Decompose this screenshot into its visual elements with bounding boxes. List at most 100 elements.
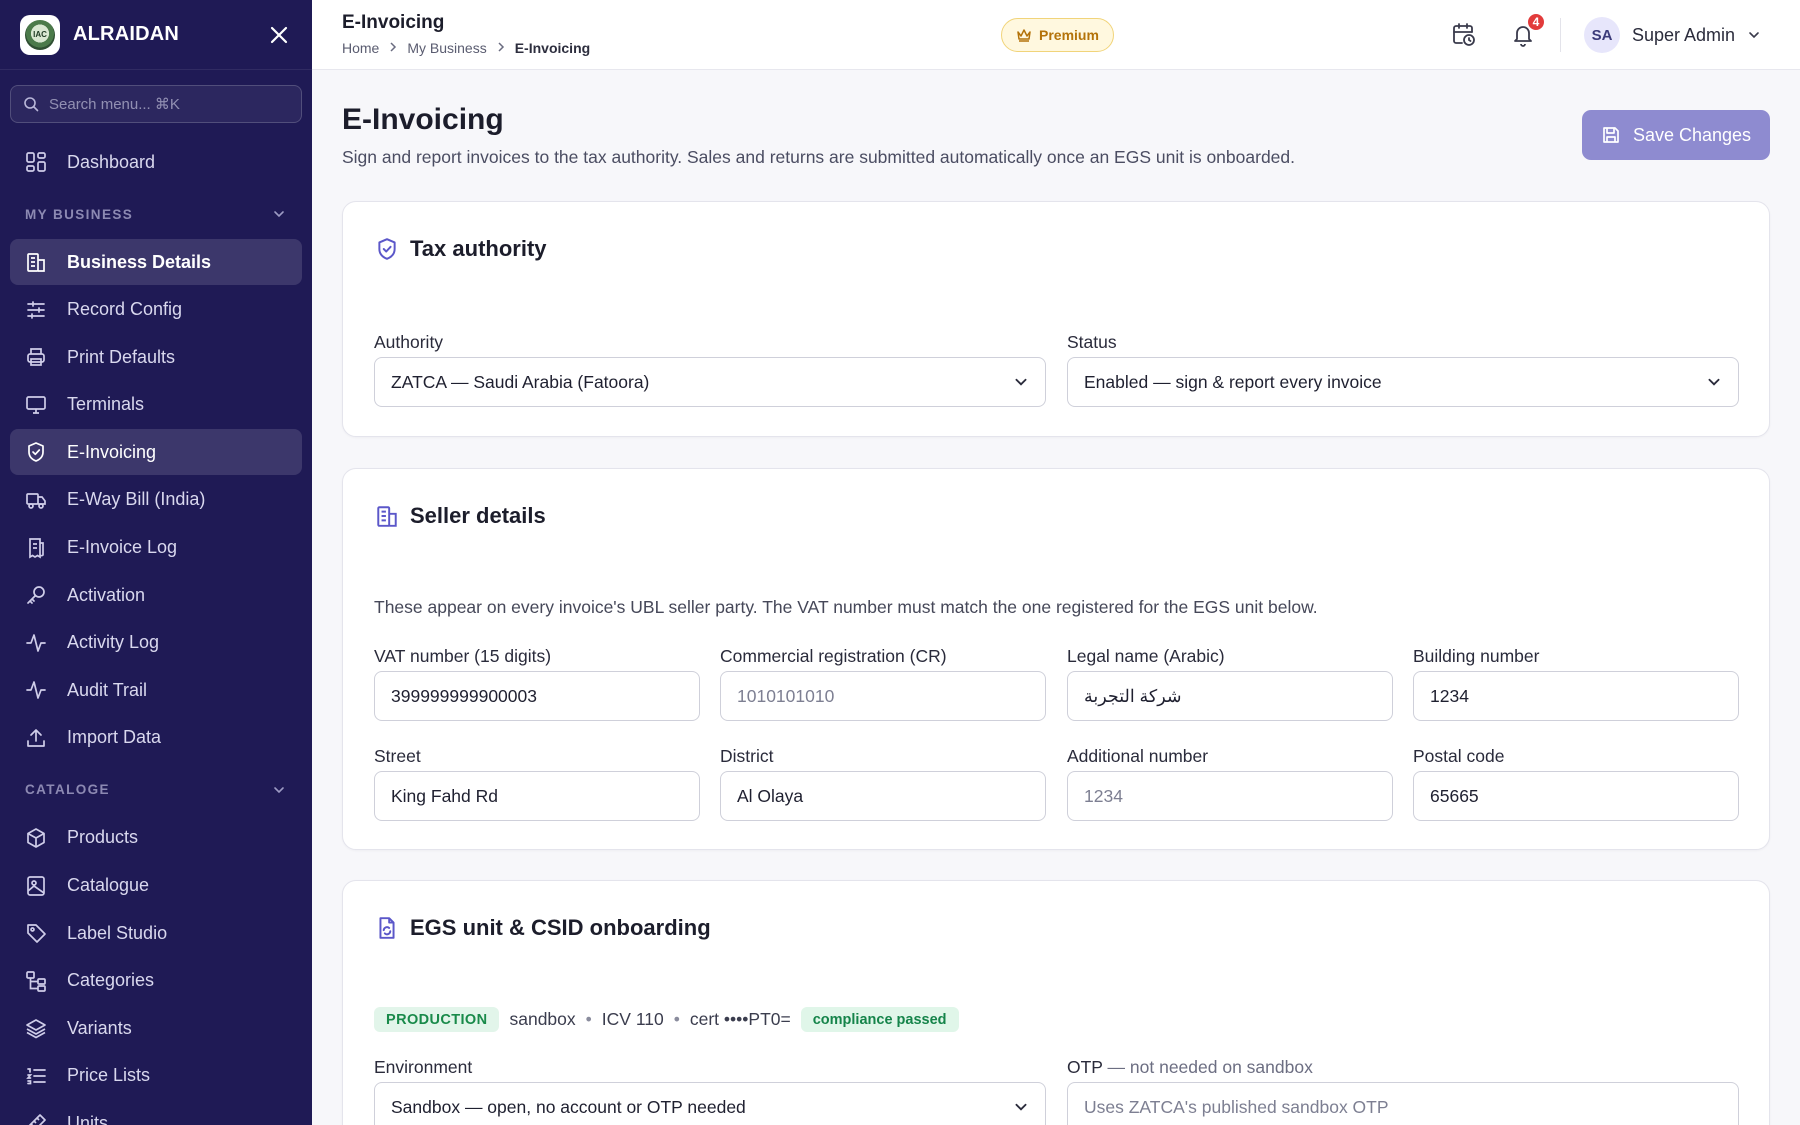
sidebar-item-label: Label Studio bbox=[67, 922, 168, 943]
status-select[interactable]: Enabled — sign & report every invoice bbox=[1067, 357, 1739, 407]
authority-label: Authority bbox=[374, 332, 444, 352]
sidebar-item-label: E-Invoice Log bbox=[67, 537, 178, 558]
notifications-button[interactable]: 4 bbox=[1508, 12, 1546, 50]
sidebar-item-label: Price Lists bbox=[67, 1065, 151, 1086]
sidebar-item-print-defaults[interactable]: Print Defaults bbox=[10, 334, 302, 380]
sidebar-item-label: Variants bbox=[67, 1017, 132, 1038]
sidebar-item-label: Dashboard bbox=[67, 151, 156, 172]
legal-name-input[interactable]: شركة التجربة bbox=[1067, 671, 1393, 721]
sidebar-item-import-data[interactable]: Import Data bbox=[10, 715, 302, 761]
sidebar-item-catalogue[interactable]: Catalogue bbox=[10, 863, 302, 909]
authority-select[interactable]: ZATCA — Saudi Arabia (Fatoora) bbox=[374, 357, 1046, 407]
egs-icv: ICV 110 bbox=[601, 1009, 664, 1029]
brand-logo-mark: IAC bbox=[25, 19, 55, 50]
topbar: E-Invoicing Home My Business E-Invoicing… bbox=[312, 0, 1800, 70]
premium-badge[interactable]: Premium bbox=[1001, 18, 1114, 52]
postal-code-label: Postal code bbox=[1413, 746, 1505, 766]
additional-number-input[interactable]: 1234 bbox=[1067, 771, 1393, 821]
card-header: EGS unit & CSID onboarding bbox=[374, 915, 711, 941]
postal-code-field: Postal code 65665 bbox=[1413, 743, 1739, 821]
sidebar-item-products[interactable]: Products bbox=[10, 815, 302, 861]
search-icon bbox=[24, 97, 39, 112]
environment-tag: PRODUCTION bbox=[374, 1007, 500, 1032]
sidebar-item-e-invoice-log[interactable]: E-Invoice Log bbox=[10, 525, 302, 571]
egs-mode: sandbox bbox=[509, 1009, 576, 1029]
receipt-icon bbox=[29, 537, 44, 559]
sidebar-item-label: Products bbox=[67, 827, 139, 848]
menu-search-input[interactable] bbox=[49, 95, 279, 113]
sidebar-item-variants[interactable]: Variants bbox=[10, 1005, 302, 1051]
environment-value: Sandbox — open, no account or OTP needed bbox=[391, 1096, 746, 1117]
sidebar-item-terminals[interactable]: Terminals bbox=[10, 382, 302, 428]
tag-icon bbox=[27, 924, 46, 943]
chevron-down-icon bbox=[274, 211, 284, 218]
section-catalog[interactable]: CATALOGE bbox=[0, 765, 312, 815]
box-icon bbox=[27, 828, 45, 848]
sidebar-item-label: Activation bbox=[67, 584, 146, 605]
sidebar-item-audit-trail[interactable]: Audit Trail bbox=[10, 667, 302, 713]
layers-icon bbox=[26, 1019, 46, 1039]
otp-label-row: OTP — not needed on sandbox bbox=[1067, 1054, 1739, 1080]
sidebar-item-e-invoicing[interactable]: E-Invoicing bbox=[10, 429, 302, 476]
sidebar-item-label: Units bbox=[67, 1113, 109, 1125]
schedule-button[interactable] bbox=[1449, 20, 1479, 50]
cr-field: Commercial registration (CR) 1010101010 bbox=[720, 643, 1046, 721]
sidebar-item-activity-log[interactable]: Activity Log bbox=[10, 620, 302, 666]
building-number-label: Building number bbox=[1413, 646, 1540, 666]
chevron-down-icon bbox=[1015, 1103, 1027, 1111]
sliders-icon bbox=[27, 300, 45, 319]
postal-code-input[interactable]: 65665 bbox=[1413, 771, 1739, 821]
pulse-icon bbox=[26, 681, 46, 700]
sidebar-item-label: Import Data bbox=[67, 727, 162, 748]
page-title: E-Invoicing bbox=[342, 103, 504, 136]
sidebar: IAC ALRAIDAN Dashboard MY BUSINESS Busin… bbox=[0, 0, 312, 1125]
save-icon bbox=[1603, 127, 1619, 143]
sidebar-item-e-way-bill[interactable]: E-Way Bill (India) bbox=[10, 477, 302, 523]
section-label: CATALOGE bbox=[25, 782, 110, 798]
compliance-tag: compliance passed bbox=[800, 1007, 959, 1032]
building-number-input[interactable]: 1234 bbox=[1413, 671, 1739, 721]
section-label: MY BUSINESS bbox=[25, 206, 134, 222]
otp-input[interactable]: Uses ZATCA's published sandbox OTP bbox=[1067, 1082, 1739, 1125]
status-label: Status bbox=[1067, 332, 1117, 352]
sidebar-item-label: Catalogue bbox=[67, 875, 150, 896]
brand-logo[interactable]: IAC bbox=[20, 14, 60, 55]
street-input[interactable]: King Fahd Rd bbox=[374, 771, 700, 821]
close-sidebar-button[interactable] bbox=[266, 22, 292, 48]
truck-icon bbox=[26, 493, 46, 509]
sidebar-item-price-lists[interactable]: Price Lists bbox=[10, 1053, 302, 1099]
district-input[interactable]: Al Olaya bbox=[720, 771, 1046, 821]
egs-status-row: PRODUCTION sandbox • ICV 110 • cert ••••… bbox=[374, 1007, 959, 1032]
sidebar-item-label: Terminals bbox=[67, 394, 145, 415]
authority-field: Authority ZATCA — Saudi Arabia (Fatoora) bbox=[374, 329, 1046, 407]
menu-search[interactable] bbox=[10, 85, 302, 123]
card-title: EGS unit & CSID onboarding bbox=[410, 915, 711, 940]
breadcrumb-my-business[interactable]: My Business bbox=[407, 40, 486, 56]
environment-select[interactable]: Sandbox — open, no account or OTP needed bbox=[374, 1082, 1046, 1125]
sidebar-item-business-details[interactable]: Business Details bbox=[10, 239, 302, 285]
sidebar-item-label-studio[interactable]: Label Studio bbox=[10, 910, 302, 956]
sidebar-item-categories[interactable]: Categories bbox=[10, 958, 302, 1004]
breadcrumb-home[interactable]: Home bbox=[342, 40, 379, 56]
section-my-business[interactable]: MY BUSINESS bbox=[0, 189, 312, 239]
sidebar-item-units[interactable]: Units bbox=[10, 1101, 302, 1125]
status-value: Enabled — sign & report every invoice bbox=[1084, 371, 1382, 392]
sidebar-item-record-config[interactable]: Record Config bbox=[10, 287, 302, 333]
monitor-icon bbox=[26, 395, 46, 414]
sidebar-item-dashboard[interactable]: Dashboard bbox=[10, 139, 302, 185]
seller-details-card: Seller details These appear on every inv… bbox=[342, 468, 1770, 850]
dashboard-icon bbox=[26, 152, 46, 172]
save-changes-button[interactable]: Save Changes bbox=[1582, 110, 1770, 160]
sidebar-item-activation[interactable]: Activation bbox=[10, 572, 302, 618]
crown-icon bbox=[1017, 29, 1031, 42]
card-header: Tax authority bbox=[374, 236, 547, 262]
main-content: E-Invoicing Sign and report invoices to … bbox=[312, 71, 1800, 1125]
cr-input[interactable]: 1010101010 bbox=[720, 671, 1046, 721]
status-field: Status Enabled — sign & report every inv… bbox=[1067, 329, 1739, 407]
sidebar-item-label: E-Way Bill (India) bbox=[67, 489, 206, 510]
topbar-title: E-Invoicing bbox=[342, 12, 445, 33]
otp-note: — not needed on sandbox bbox=[1102, 1057, 1313, 1077]
vat-number-input[interactable]: 399999999900003 bbox=[374, 671, 700, 721]
chevron-down-icon bbox=[274, 787, 284, 794]
user-menu[interactable]: SA Super Admin bbox=[1584, 16, 1761, 54]
